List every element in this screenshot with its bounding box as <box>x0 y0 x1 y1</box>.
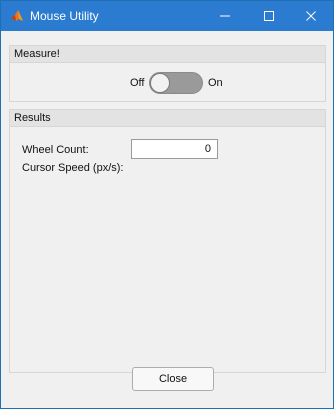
measure-panel: Measure! Off On <box>9 45 326 102</box>
matlab-icon <box>10 9 24 23</box>
switch-knob[interactable] <box>150 73 170 93</box>
measure-toggle-switch[interactable] <box>149 72 203 94</box>
close-button[interactable]: Close <box>132 367 214 391</box>
measure-panel-title: Measure! <box>10 46 325 63</box>
window-title: Mouse Utility <box>30 9 99 23</box>
minimize-button[interactable] <box>203 1 247 31</box>
results-panel-title: Results <box>10 110 325 127</box>
switch-on-label: On <box>208 77 223 89</box>
wheel-count-label: Wheel Count: <box>22 144 89 156</box>
title-bar[interactable]: Mouse Utility <box>1 1 333 31</box>
app-window: Mouse Utility Measure! Off On Results Wh… <box>0 0 334 409</box>
minimize-icon <box>220 15 230 17</box>
close-window-button[interactable] <box>289 1 333 31</box>
maximize-button[interactable] <box>247 1 291 31</box>
results-panel: Results Wheel Count: Cursor Speed (px/s)… <box>9 109 326 373</box>
cursor-speed-label: Cursor Speed (px/s): <box>22 162 124 174</box>
maximize-icon <box>264 11 274 21</box>
wheel-count-field[interactable] <box>131 139 218 159</box>
dialog-body: Measure! Off On Results Wheel Count: Cur… <box>9 41 326 396</box>
close-icon <box>306 11 316 21</box>
switch-off-label: Off <box>130 77 145 89</box>
